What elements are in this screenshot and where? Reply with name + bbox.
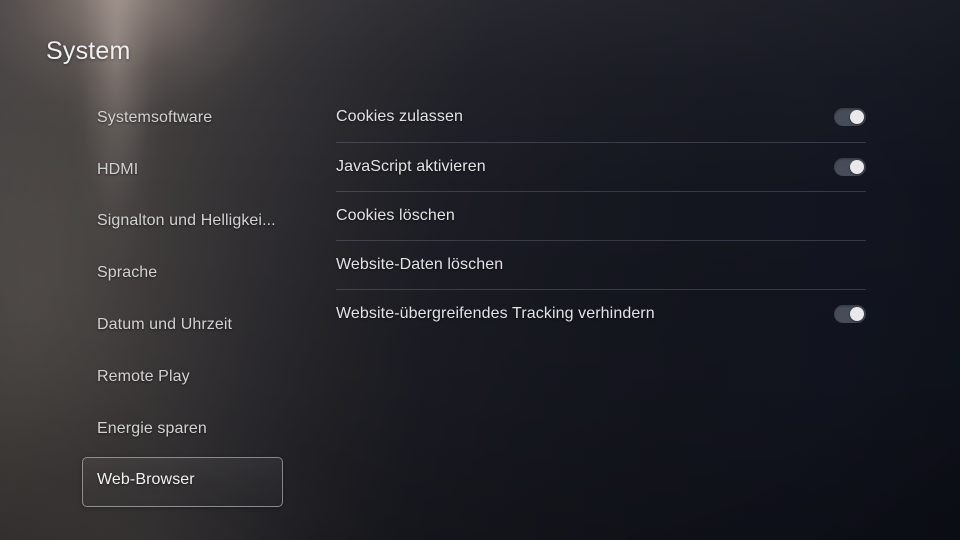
sidebar-item-8[interactable]: Web-Browser: [0, 455, 300, 508]
setting-row-4[interactable]: Website-Daten löschen: [336, 239, 866, 289]
toggle-knob: [850, 110, 864, 125]
setting-row-1[interactable]: Cookies zulassen: [336, 93, 866, 142]
setting-row-label: Cookies zulassen: [336, 108, 463, 126]
sidebar-item-2[interactable]: HDMI: [0, 144, 300, 196]
sidebar-item-label: Web-Browser: [97, 471, 195, 489]
sidebar-item-7[interactable]: Energie sparen: [0, 403, 300, 455]
setting-row-label: Website-Daten löschen: [336, 255, 504, 273]
sidebar-item-label: Systemsoftware: [97, 108, 213, 126]
sidebar-item-5[interactable]: Datum und Uhrzeit: [0, 299, 300, 351]
toggle-knob: [850, 306, 864, 321]
sidebar-item-3[interactable]: Signalton und Helligkei...: [0, 196, 300, 248]
sidebar-item-label: HDMI: [97, 160, 139, 178]
sidebar-item-label: Datum und Uhrzeit: [97, 316, 233, 334]
setting-row-2[interactable]: JavaScript aktivieren: [336, 141, 866, 191]
toggle-switch[interactable]: [834, 108, 866, 127]
sidebar-item-label: Sprache: [97, 264, 158, 282]
setting-row-5[interactable]: Website-übergreifendes Tracking verhinde…: [336, 288, 866, 338]
setting-row-label: Website-übergreifendes Tracking verhinde…: [336, 304, 655, 322]
toggle-switch[interactable]: [834, 304, 866, 323]
setting-row-label: JavaScript aktivieren: [336, 157, 486, 175]
setting-row-label: Cookies löschen: [336, 206, 455, 224]
ps5-settings-screen: System Systemsoftware HDMI Signalton und H…: [0, 0, 960, 540]
sidebar-item-label: Energie sparen: [97, 419, 207, 437]
settings-list: Cookies zulassen JavaScript aktivieren Coo…: [336, 93, 866, 337]
settings-sidebar: Systemsoftware HDMI Signalton und Helligke…: [0, 92, 300, 508]
sidebar-item-1[interactable]: Systemsoftware: [0, 92, 300, 144]
page-title: System: [46, 37, 131, 65]
sidebar-item-label: Signalton und Helligkei...: [97, 212, 276, 230]
sidebar-item-4[interactable]: Sprache: [0, 247, 300, 299]
setting-row-3[interactable]: Cookies löschen: [336, 190, 866, 240]
sidebar-item-label: Remote Play: [97, 367, 190, 385]
toggle-knob: [850, 159, 864, 174]
toggle-switch[interactable]: [834, 157, 866, 176]
sidebar-item-6[interactable]: Remote Play: [0, 351, 300, 403]
